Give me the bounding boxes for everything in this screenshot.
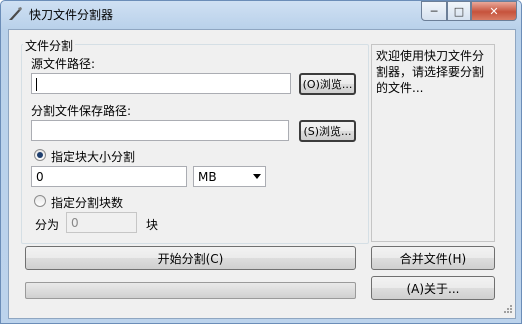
- split-by-count-radio[interactable]: [34, 195, 46, 207]
- app-window: 快刀文件分割器 ─ □ ✕ 文件分割 源文件路径: (O)浏览... 分割文件保…: [0, 0, 522, 324]
- source-path-label: 源文件路径:: [31, 57, 96, 71]
- resize-grip-icon[interactable]: [501, 304, 513, 316]
- about-button[interactable]: (A)关于...: [371, 276, 495, 300]
- count-prefix-label: 分为: [35, 218, 60, 232]
- chunk-count-input[interactable]: 0: [66, 212, 137, 233]
- maximize-icon: □: [453, 4, 465, 18]
- group-title: 文件分割: [23, 37, 76, 54]
- size-unit-value: MB: [198, 170, 217, 184]
- split-by-size-radio[interactable]: [34, 149, 46, 161]
- source-path-input[interactable]: [31, 73, 291, 94]
- client-area: 文件分割 源文件路径: (O)浏览... 分割文件保存路径: (S)浏览... …: [8, 29, 516, 319]
- close-icon: ✕: [489, 4, 499, 18]
- minimize-button[interactable]: ─: [421, 1, 447, 21]
- save-path-label: 分割文件保存路径:: [31, 104, 132, 118]
- merge-files-button[interactable]: 合并文件(H): [371, 246, 495, 270]
- split-by-size-label[interactable]: 指定块大小分割: [51, 148, 135, 165]
- minimize-icon: ─: [430, 4, 438, 18]
- split-by-count-label[interactable]: 指定分割块数: [51, 194, 123, 211]
- source-browse-button[interactable]: (O)浏览...: [299, 73, 356, 95]
- save-path-input[interactable]: [31, 120, 289, 141]
- title-bar[interactable]: 快刀文件分割器 ─ □ ✕: [1, 1, 521, 27]
- count-suffix-label: 块: [146, 218, 159, 232]
- chevron-down-icon: [253, 174, 261, 179]
- chunk-size-input[interactable]: 0: [31, 166, 187, 187]
- maximize-button[interactable]: □: [447, 1, 471, 21]
- size-unit-select[interactable]: MB: [193, 166, 266, 187]
- save-browse-button[interactable]: (S)浏览...: [299, 120, 356, 142]
- close-button[interactable]: ✕: [471, 1, 517, 21]
- start-split-button[interactable]: 开始分割(C): [25, 246, 356, 270]
- status-message: 欢迎使用快刀文件分割器，请选择要分割的文件...: [371, 44, 495, 242]
- knife-icon: [9, 7, 22, 20]
- window-title: 快刀文件分割器: [29, 8, 114, 22]
- split-progress-bar: [25, 282, 356, 299]
- text-caret: [36, 78, 37, 91]
